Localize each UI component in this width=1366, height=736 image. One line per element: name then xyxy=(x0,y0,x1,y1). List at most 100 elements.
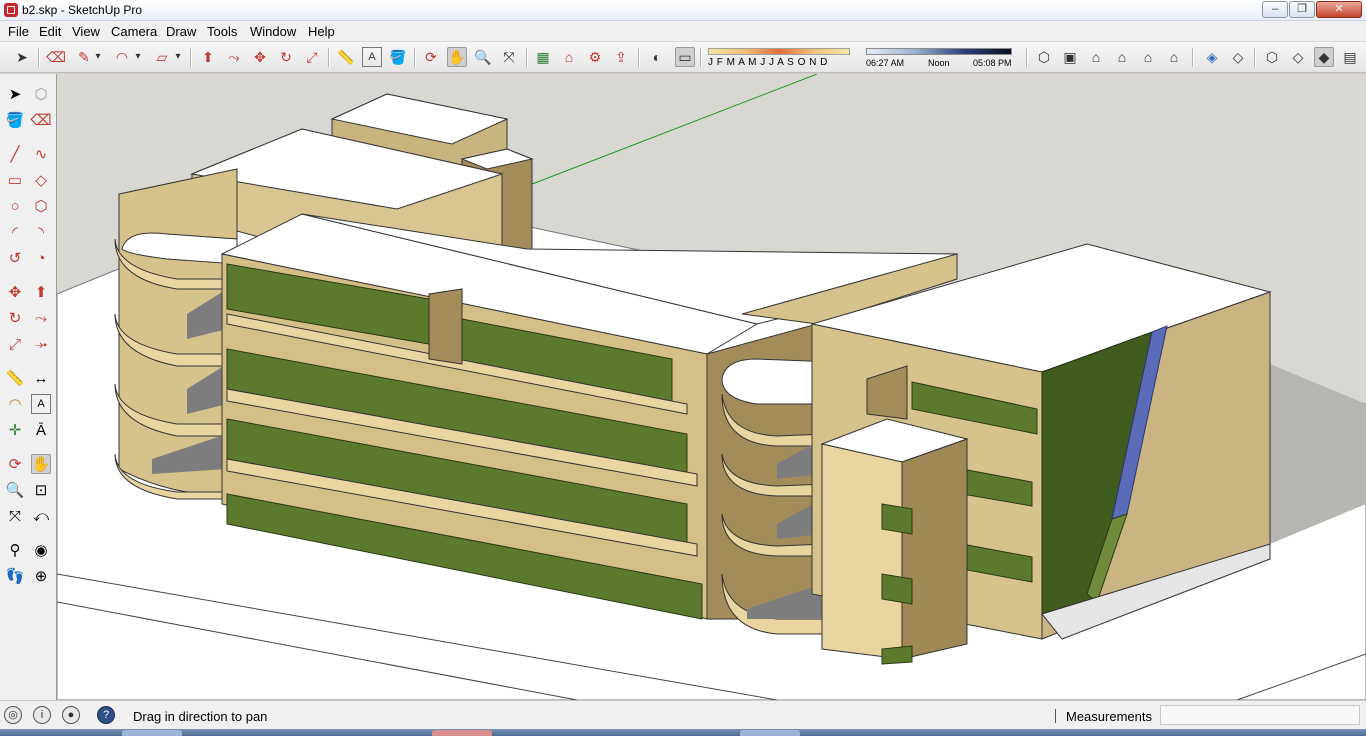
line-icon[interactable]: ╱ xyxy=(5,144,25,164)
two-point-arc-icon[interactable]: ◝ xyxy=(31,222,51,242)
select-tool-icon[interactable]: ➤ xyxy=(12,47,32,67)
polygon-icon[interactable]: ⬡ xyxy=(31,196,51,216)
orbit-tool-icon[interactable]: ⟳ xyxy=(421,47,441,67)
menu-camera[interactable]: Camera xyxy=(111,24,157,39)
menu-draw[interactable]: Draw xyxy=(166,24,196,39)
previous-view-icon[interactable]: ⤺ xyxy=(31,506,51,526)
model-viewport[interactable] xyxy=(57,74,1366,700)
text-tool-icon[interactable]: A xyxy=(362,47,382,67)
menu-help[interactable]: Help xyxy=(308,24,335,39)
eraser-tool-icon[interactable]: ⌫ xyxy=(46,47,66,67)
iso-view-icon[interactable]: ⬡ xyxy=(1034,47,1054,67)
three-point-arc-icon[interactable]: ↺ xyxy=(5,248,25,268)
taskbar-item-active[interactable] xyxy=(432,730,492,736)
eraser-icon[interactable]: ⌫ xyxy=(30,110,51,130)
rectangle-icon[interactable]: ▭ xyxy=(5,170,25,190)
shadow-date-slider[interactable] xyxy=(708,48,850,55)
maximize-button[interactable]: ❐ xyxy=(1289,1,1315,18)
pie-icon[interactable]: ◔ xyxy=(31,248,51,268)
zoom-window-icon[interactable]: ⊡ xyxy=(31,480,51,500)
3d-text-icon[interactable]: Ā xyxy=(31,420,51,440)
shadow-time-slider[interactable] xyxy=(866,48,1012,55)
rotate-icon[interactable]: ↻ xyxy=(5,308,25,328)
zoom-extents-tool-icon[interactable]: ⤧ xyxy=(499,47,519,67)
rectangle-tool-icon[interactable]: ▱ xyxy=(152,47,172,67)
position-camera-icon[interactable]: ⚲ xyxy=(5,540,25,560)
measurements-input[interactable] xyxy=(1160,705,1360,725)
user-icon[interactable]: ● xyxy=(62,706,80,724)
title-bar: b2.skp - SketchUp Pro – ❐ ✕ xyxy=(0,0,1366,21)
menu-tools[interactable]: Tools xyxy=(207,24,237,39)
dimension-icon[interactable]: ↔ xyxy=(31,368,51,388)
tape-measure-icon[interactable]: 📏 xyxy=(5,368,25,388)
rectangle-dropdown-arrow-icon[interactable]: ▾ xyxy=(172,47,184,67)
protractor-icon[interactable]: ◠ xyxy=(5,394,25,414)
menu-window[interactable]: Window xyxy=(250,24,296,39)
tape-measure-tool-icon[interactable]: 📏 xyxy=(336,47,356,67)
green-axis-line xyxy=(526,74,818,187)
paint-bucket-icon[interactable]: 🪣 xyxy=(5,110,25,130)
shaded-textures-style-icon[interactable]: ▤ xyxy=(1340,47,1360,67)
select-icon[interactable]: ➤ xyxy=(5,84,25,104)
arc-tool-icon[interactable]: ◠ xyxy=(112,47,132,67)
circle-icon[interactable]: ○ xyxy=(5,196,25,216)
scale-tool-icon[interactable]: ⤢ xyxy=(302,47,322,67)
shadows-toggle-icon[interactable]: ◐ xyxy=(647,47,667,67)
xray-style-icon[interactable]: ◈ xyxy=(1202,47,1222,67)
right-view-icon[interactable]: ⌂ xyxy=(1112,47,1132,67)
move-icon[interactable]: ✥ xyxy=(5,282,25,302)
arc-dropdown-arrow-icon[interactable]: ▾ xyxy=(132,47,144,67)
help-icon[interactable]: ? xyxy=(97,706,115,724)
rotated-rectangle-icon[interactable]: ◇ xyxy=(31,170,51,190)
text-icon[interactable]: A xyxy=(31,394,51,414)
axes-icon[interactable]: ✛ xyxy=(5,420,25,440)
menu-view[interactable]: View xyxy=(72,24,100,39)
menu-edit[interactable]: Edit xyxy=(39,24,61,39)
extension-warehouse-icon[interactable]: ⚙ xyxy=(585,47,605,67)
close-button[interactable]: ✕ xyxy=(1316,1,1362,18)
section-plane-icon[interactable]: ⊕ xyxy=(31,566,51,586)
offset-icon[interactable]: ⤞ xyxy=(31,334,51,354)
rotate-tool-icon[interactable]: ↻ xyxy=(276,47,296,67)
pan-tool-icon[interactable]: ✋ xyxy=(447,47,467,67)
look-around-icon[interactable]: ◉ xyxy=(31,540,51,560)
push-pull-icon[interactable]: ⬆ xyxy=(31,282,51,302)
pan-icon[interactable]: ✋ xyxy=(31,454,51,474)
top-view-icon[interactable]: ▣ xyxy=(1060,47,1080,67)
back-view-icon[interactable]: ⌂ xyxy=(1138,47,1158,67)
minimize-button[interactable]: – xyxy=(1262,1,1288,18)
push-pull-tool-icon[interactable]: ⬆ xyxy=(198,47,218,67)
menu-file[interactable]: File xyxy=(8,24,29,39)
paint-bucket-tool-icon[interactable]: 🪣 xyxy=(388,47,408,67)
follow-me-icon[interactable]: ⤳ xyxy=(31,308,51,328)
walk-icon[interactable]: 👣 xyxy=(5,566,25,586)
front-view-icon[interactable]: ⌂ xyxy=(1086,47,1106,67)
sketchup-app-icon[interactable] xyxy=(4,3,18,17)
share-model-icon[interactable]: ⇪ xyxy=(611,47,631,67)
warehouse-tool-icon[interactable]: ⌂ xyxy=(559,47,579,67)
arc-icon[interactable]: ◜ xyxy=(5,222,25,242)
geo-location-icon[interactable]: ◎ xyxy=(4,706,22,724)
pencil-dropdown-arrow-icon[interactable]: ▾ xyxy=(92,47,104,67)
orbit-icon[interactable]: ⟳ xyxy=(5,454,25,474)
shadow-settings-icon[interactable]: ▭ xyxy=(675,47,695,67)
credits-icon[interactable]: i xyxy=(33,706,51,724)
freehand-icon[interactable]: ∿ xyxy=(31,144,51,164)
make-component-icon[interactable]: ⬡ xyxy=(31,84,51,104)
components-tool-icon[interactable]: ▦ xyxy=(533,47,553,67)
wireframe-style-icon[interactable]: ⬡ xyxy=(1262,47,1282,67)
pencil-tool-icon[interactable]: ✎ xyxy=(74,47,94,67)
back-edges-style-icon[interactable]: ◇ xyxy=(1228,47,1248,67)
taskbar-item[interactable] xyxy=(122,730,182,736)
zoom-extents-icon[interactable]: ⤧ xyxy=(5,506,25,526)
move-tool-icon[interactable]: ✥ xyxy=(250,47,270,67)
hidden-line-style-icon[interactable]: ◇ xyxy=(1288,47,1308,67)
front-tower-window-1 xyxy=(881,503,913,535)
taskbar-item[interactable] xyxy=(740,730,800,736)
zoom-icon[interactable]: 🔍 xyxy=(5,480,25,500)
zoom-tool-icon[interactable]: 🔍 xyxy=(473,47,493,67)
left-view-icon[interactable]: ⌂ xyxy=(1164,47,1184,67)
scale-icon[interactable]: ⤢ xyxy=(5,334,25,354)
shaded-style-icon[interactable]: ◆ xyxy=(1314,47,1334,67)
follow-me-tool-icon[interactable]: ⤳ xyxy=(224,47,244,67)
